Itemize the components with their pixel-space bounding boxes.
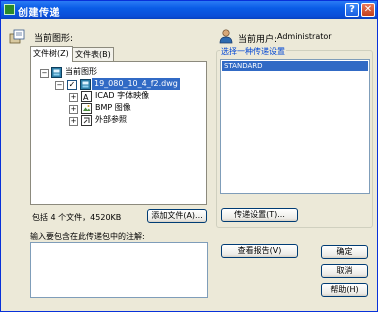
file-tree-view[interactable]: − 当前图形 − ✓ 19_080_10_4_f2.dwg + A ICAD 字… — [30, 61, 207, 205]
current-drawing-label: 当前图形: — [34, 34, 74, 44]
title-bar: 创建传递 ? ✕ — [1, 1, 377, 19]
user-icon — [218, 28, 234, 44]
drawing-root-icon — [51, 67, 62, 78]
tab-file-tree[interactable]: 文件树(Z) — [30, 46, 73, 62]
tree-expand-icon[interactable]: + — [69, 105, 78, 114]
setup-group-label: 选择一种传递设置 — [220, 46, 286, 57]
tree-collapse-icon[interactable]: − — [55, 81, 64, 90]
app-icon — [4, 4, 15, 15]
file-checkbox[interactable]: ✓ — [67, 80, 77, 90]
dwg-file-icon — [80, 79, 91, 90]
transmittal-setups-list[interactable]: STANDARD — [220, 59, 370, 194]
tree-expand-icon[interactable]: + — [69, 117, 78, 126]
tree-expand-icon[interactable]: + — [69, 93, 78, 102]
window-title: 创建传递 — [18, 8, 60, 19]
notes-label: 输入要包含在此传递包中的注解: — [30, 232, 145, 241]
tree-collapse-icon[interactable]: − — [40, 69, 49, 78]
help-titlebar-button[interactable]: ? — [345, 3, 359, 17]
cancel-button[interactable]: 取消 — [321, 264, 368, 278]
setup-item-standard[interactable]: STANDARD — [222, 61, 368, 71]
bmp-image-icon — [81, 103, 92, 114]
current-user-label: 当前用户: — [238, 35, 278, 45]
view-report-button[interactable]: 查看报告(V) — [221, 244, 298, 258]
file-count-text: 包括 4 个文件，4520KB — [32, 213, 122, 222]
tree-item-xref[interactable]: 外部参照 — [95, 114, 127, 126]
tab-file-table[interactable]: 文件表(B) — [72, 47, 114, 61]
close-button[interactable]: ✕ — [361, 3, 375, 17]
tree-root-label[interactable]: 当前图形 — [65, 66, 97, 78]
current-drawing-icon — [9, 28, 25, 44]
current-user-value: Administrator — [277, 32, 332, 41]
create-transmittal-dialog: 创建传递 ? ✕ 当前图形: 文件树(Z) 文件表(B) − 当前图形 − ✓ … — [0, 0, 378, 312]
dwg-file-label[interactable]: 19_080_10_4_f2.dwg — [92, 78, 180, 90]
xref-icon — [81, 115, 92, 126]
ok-button[interactable]: 确定 — [321, 245, 368, 259]
transmittal-setups-button[interactable]: 传递设置(T)... — [221, 208, 298, 222]
tree-item-font-map[interactable]: ICAD 字体映像 — [95, 90, 149, 102]
add-file-button[interactable]: 添加文件(A)... — [147, 209, 207, 223]
font-map-icon: A — [81, 91, 92, 102]
svg-text:A: A — [83, 93, 89, 102]
help-button[interactable]: 帮助(H) — [321, 283, 368, 297]
tree-item-bmp[interactable]: BMP 图像 — [95, 102, 131, 114]
notes-textarea[interactable] — [30, 242, 208, 298]
